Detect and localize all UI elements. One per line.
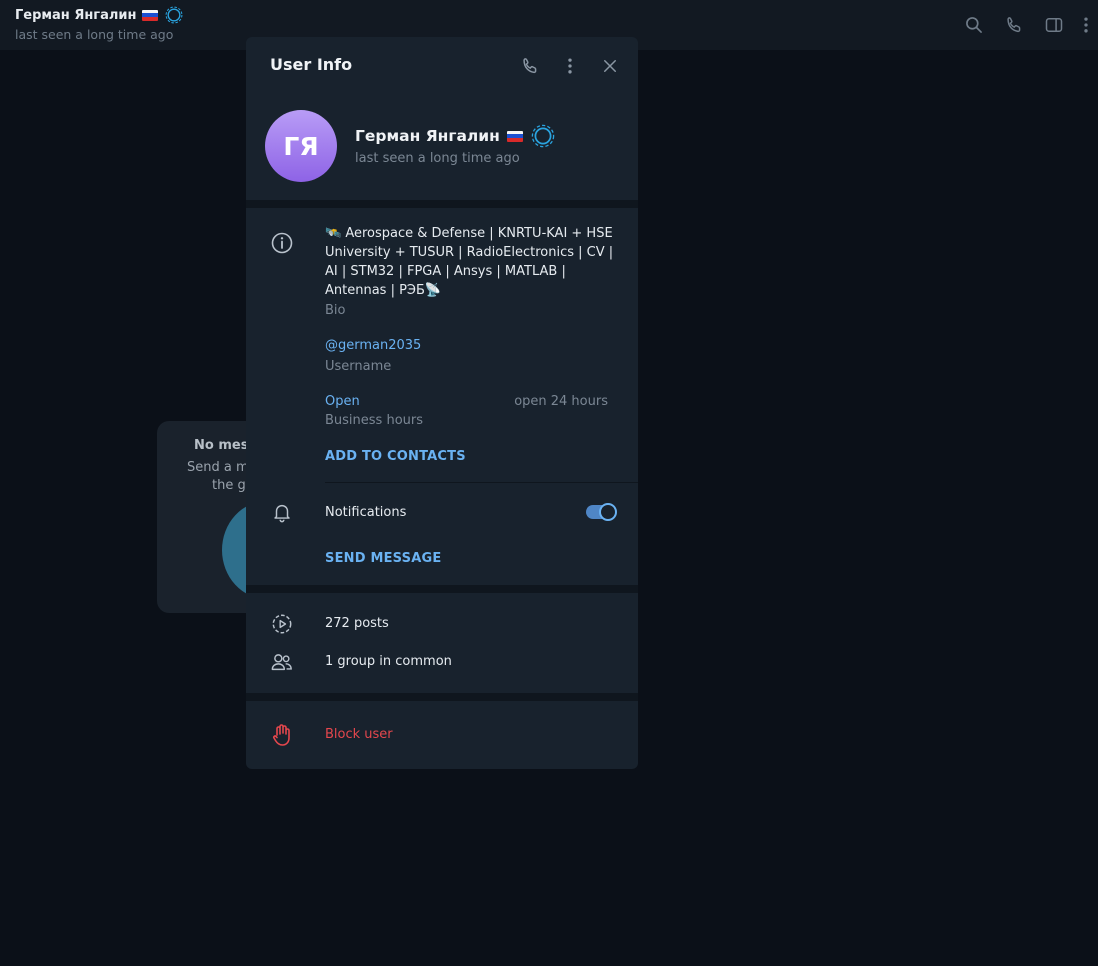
send-message-button[interactable]: SEND MESSAGE [325,551,441,566]
business-hours-label: Business hours [325,413,424,428]
dialog-header: User Info [246,37,638,93]
hand-stop-icon [269,722,295,748]
russia-flag-icon [142,9,159,21]
block-user-button[interactable]: Block user [325,727,393,742]
profile-name: Герман Янгалин [355,123,556,149]
stories-icon [269,611,295,637]
divider [325,482,638,483]
more-vertical-icon[interactable] [559,55,581,77]
info-icon [269,230,295,256]
section-separator [246,200,638,208]
more-vertical-icon[interactable] [1074,0,1098,50]
section-separator [246,693,638,701]
profile-name-text: Герман Янгалин [355,127,500,145]
russia-flag-icon [506,130,523,142]
username-link[interactable]: @german2035 [325,338,421,353]
business-hours-value[interactable]: open 24 hours [514,394,608,409]
verified-badge-icon[interactable] [530,123,556,149]
add-to-contacts-button[interactable]: ADD TO CONTACTS [325,449,466,464]
sidebar-toggle-icon[interactable] [1034,0,1074,50]
chat-title[interactable]: Герман Янгалин [15,5,184,25]
chat-status: last seen a long time ago [15,27,174,42]
bell-icon [269,499,295,525]
group-icon [269,649,295,675]
search-icon[interactable] [954,0,994,50]
user-info-dialog: User Info ГЯ Герман Янгалин last seen a … [246,37,638,769]
phone-icon[interactable] [994,0,1034,50]
notifications-toggle[interactable] [586,503,618,521]
bio-label: Bio [325,303,346,318]
profile-status: last seen a long time ago [355,151,520,166]
close-icon[interactable] [599,55,621,77]
username-label: Username [325,359,392,374]
avatar-initials: ГЯ [283,131,319,161]
verified-badge-icon [166,6,183,24]
business-status[interactable]: Open [325,394,360,409]
avatar[interactable]: ГЯ [265,110,337,182]
bio-text[interactable]: 🛰️ Aerospace & Defense | KNRTU-KAI + HSE… [325,224,615,300]
phone-icon[interactable] [519,55,541,77]
chat-title-name: Герман Янгалин [15,7,137,23]
posts-item[interactable]: 272 posts [325,616,389,631]
notifications-label: Notifications [325,505,407,520]
dialog-title: User Info [270,55,353,74]
groups-in-common-item[interactable]: 1 group in common [325,654,452,669]
section-separator [246,585,638,593]
